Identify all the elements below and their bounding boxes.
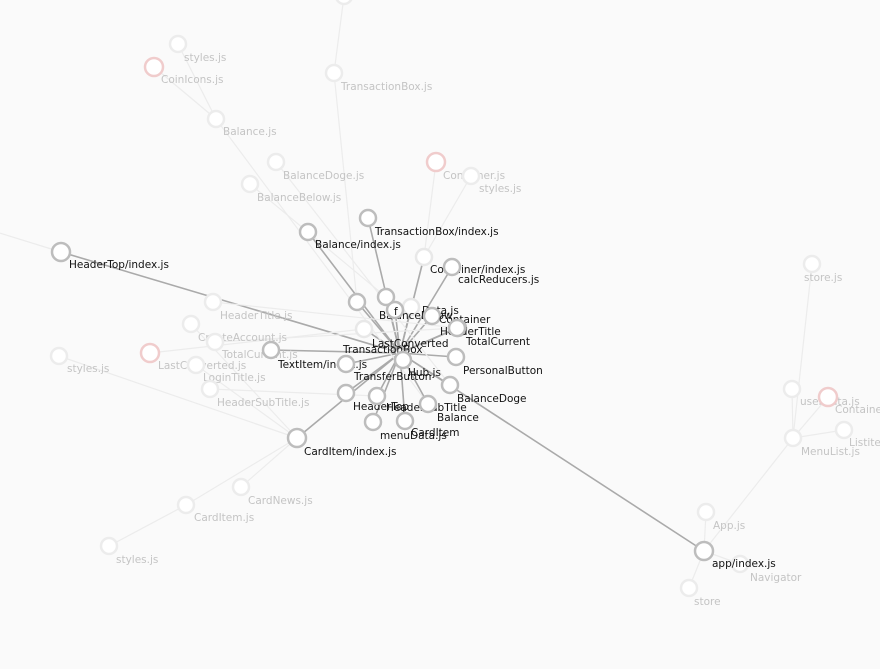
node-circle[interactable] bbox=[693, 540, 715, 562]
node-label: styles.js bbox=[67, 363, 109, 375]
node-label: TotalCurrent bbox=[465, 336, 530, 348]
node-circle[interactable] bbox=[347, 292, 367, 312]
node-circle[interactable] bbox=[324, 63, 344, 83]
node-label: CoinIcons.js bbox=[161, 74, 223, 86]
node-circle[interactable] bbox=[181, 314, 201, 334]
node-circle[interactable] bbox=[358, 208, 378, 228]
node-label: MenuList.js bbox=[801, 446, 860, 458]
node-circle[interactable] bbox=[363, 412, 383, 432]
node-circle[interactable] bbox=[418, 394, 438, 414]
node-label: CardNews.js bbox=[248, 495, 313, 507]
node-circle[interactable] bbox=[186, 355, 206, 375]
node-label: BalanceDoge bbox=[457, 393, 527, 405]
node-label: BalanceBelow.js bbox=[257, 192, 341, 204]
node-circle[interactable] bbox=[168, 34, 188, 54]
node-circle[interactable] bbox=[367, 386, 387, 406]
node-circle[interactable] bbox=[442, 257, 462, 277]
node-circle[interactable] bbox=[336, 383, 356, 403]
node-label: HeaderTop/index.js bbox=[69, 259, 169, 271]
node-label: App.js bbox=[713, 520, 745, 532]
node-circle[interactable] bbox=[231, 477, 251, 497]
node-circle[interactable] bbox=[49, 346, 69, 366]
node-circle[interactable] bbox=[176, 495, 196, 515]
node-label: Navigator bbox=[750, 572, 802, 584]
node-circle[interactable] bbox=[696, 502, 716, 522]
node-circle[interactable] bbox=[783, 428, 803, 448]
node-label: store.js bbox=[804, 272, 842, 284]
node-label: Containe bbox=[835, 404, 880, 416]
node-circle[interactable] bbox=[298, 222, 318, 242]
node-label: CardItem.js bbox=[194, 512, 254, 524]
node-circle[interactable] bbox=[393, 350, 413, 370]
node-label: store bbox=[694, 596, 721, 608]
node-circle[interactable] bbox=[354, 319, 374, 339]
node-label: HeaderTitle.js bbox=[220, 310, 292, 322]
node-circle[interactable] bbox=[139, 342, 161, 364]
node-label: HeaderSubTitle.js bbox=[217, 397, 309, 409]
node-label: TransactionBox bbox=[342, 344, 423, 356]
node-label: BalanceDoge.js bbox=[283, 170, 364, 182]
node-label: PersonalButton bbox=[463, 365, 543, 377]
node-label: Balance/index.js bbox=[315, 239, 401, 251]
node-circle[interactable] bbox=[240, 174, 260, 194]
node-circle[interactable] bbox=[447, 318, 467, 338]
node-circle[interactable] bbox=[425, 151, 447, 173]
node-label: Balance.js bbox=[223, 126, 277, 138]
node-circle[interactable] bbox=[203, 292, 223, 312]
node-circle[interactable] bbox=[802, 254, 822, 274]
node-circle[interactable] bbox=[679, 578, 699, 598]
node-circle[interactable] bbox=[336, 354, 356, 374]
node-circle[interactable] bbox=[782, 379, 802, 399]
node-label: TransactionBox/index.js bbox=[374, 226, 499, 238]
node-circle[interactable] bbox=[440, 375, 460, 395]
node-label: TransactionBox.js bbox=[340, 81, 432, 93]
node-label: Balance bbox=[437, 412, 479, 424]
node-label: styles.js bbox=[116, 554, 158, 566]
node-circle[interactable] bbox=[414, 247, 434, 267]
node-label: f bbox=[394, 306, 398, 318]
node-label: CardItem bbox=[411, 427, 459, 439]
node-label: styles.js bbox=[479, 183, 521, 195]
node-circle[interactable] bbox=[422, 306, 442, 326]
node-label: calcReducers.js bbox=[458, 274, 539, 286]
node-circle[interactable] bbox=[99, 536, 119, 556]
node-label: app/index.js bbox=[712, 558, 776, 570]
node-circle[interactable] bbox=[205, 332, 225, 352]
node-label: CardItem/index.js bbox=[304, 446, 396, 458]
node-circle[interactable] bbox=[286, 427, 308, 449]
node-circle[interactable] bbox=[206, 109, 226, 129]
node-label: Hub.js bbox=[408, 367, 441, 379]
node-circle[interactable] bbox=[50, 241, 72, 263]
graph-node-f-partial[interactable]: f bbox=[385, 300, 405, 320]
node-circle[interactable] bbox=[200, 379, 220, 399]
node-circle[interactable] bbox=[266, 152, 286, 172]
node-circle[interactable] bbox=[261, 340, 281, 360]
node-label: styles.js bbox=[184, 52, 226, 64]
dependency-graph[interactable]: styles.js styles.js CoinIcons.js Transactio… bbox=[0, 0, 880, 669]
node-circle[interactable] bbox=[834, 420, 854, 440]
node-circle[interactable] bbox=[461, 166, 481, 186]
node-circle[interactable] bbox=[446, 347, 466, 367]
